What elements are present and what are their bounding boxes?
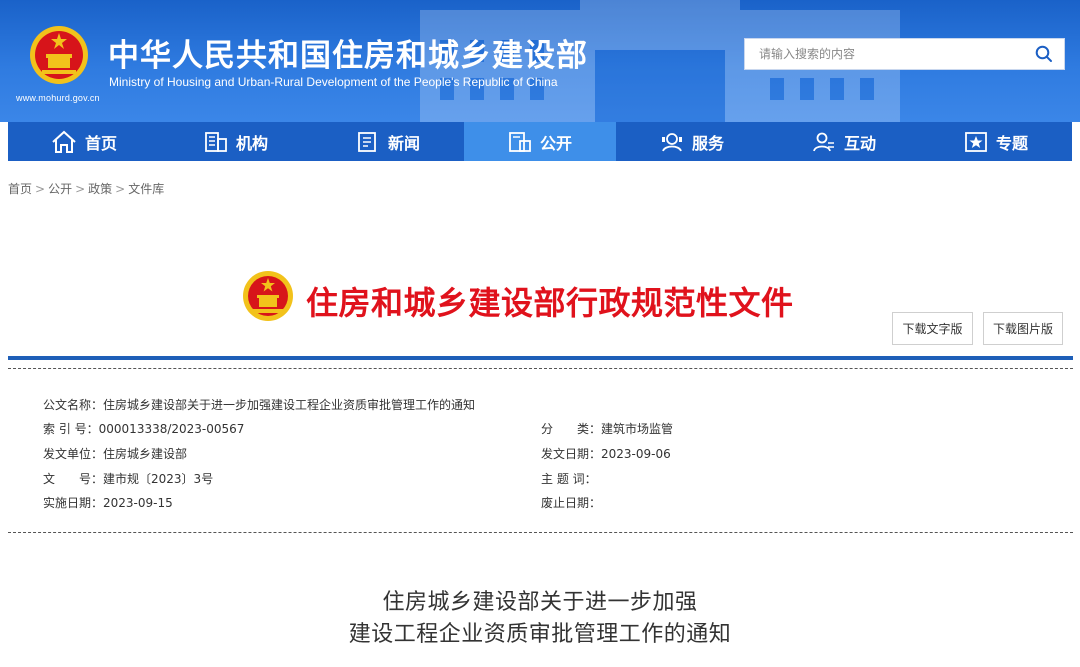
nav-item-organization[interactable]: 机构 [160, 122, 312, 161]
nav-item-news[interactable]: 新闻 [312, 122, 464, 161]
search-button[interactable] [1024, 39, 1064, 69]
nav-item-topic[interactable]: 专题 [920, 122, 1072, 161]
national-emblem-icon [28, 24, 90, 86]
meta-label: 主 题 词： [541, 470, 597, 487]
meta-value: 2023-09-15 [103, 496, 173, 510]
meta-issue-date: 发文日期：2023-09-06 [541, 445, 671, 462]
download-text-button[interactable]: 下载文字版 [892, 312, 973, 345]
meta-label: 文 号： [43, 470, 103, 487]
topic-icon [964, 131, 988, 153]
main-nav: 首页 机构 新闻 公开 [8, 122, 1072, 161]
search-input[interactable] [745, 39, 1024, 69]
meta-value: 住房城乡建设部关于进一步加强建设工程企业资质审批管理工作的通知 [103, 398, 475, 412]
breadcrumb-home[interactable]: 首页 [8, 182, 32, 196]
breadcrumb-file-library[interactable]: 文件库 [128, 182, 164, 196]
breadcrumb-separator: > [75, 182, 85, 196]
document-title-line-2: 建设工程企业资质审批管理工作的通知 [0, 616, 1080, 648]
meta-label: 废止日期： [541, 494, 601, 511]
meta-value: 住房城乡建设部 [103, 447, 187, 461]
site-header: www.mohurd.gov.cn 中华人民共和国住房和城乡建设部 Minist… [0, 0, 1080, 122]
breadcrumb-separator: > [35, 182, 45, 196]
disclosure-icon [508, 131, 532, 153]
document-title-line-1: 住房城乡建设部关于进一步加强 [0, 584, 1080, 616]
meta-effective-date: 实施日期：2023-09-15 [43, 494, 173, 511]
divider [8, 532, 1073, 533]
news-icon [356, 131, 380, 153]
document-emblem-icon [242, 270, 294, 322]
document-category-heading: 住房和城乡建设部行政规范性文件 [306, 278, 794, 324]
nav-item-interact[interactable]: 互动 [768, 122, 920, 161]
meta-subject-keywords: 主 题 词： [541, 470, 597, 487]
meta-expire-date: 废止日期： [541, 494, 601, 511]
breadcrumb-separator: > [115, 182, 125, 196]
breadcrumb-policy[interactable]: 政策 [88, 182, 112, 196]
meta-label: 实施日期： [43, 494, 103, 511]
meta-issuer: 发文单位：住房城乡建设部 [43, 445, 187, 462]
site-title-english: Ministry of Housing and Urban-Rural Deve… [109, 75, 558, 89]
meta-index-number: 索 引 号：000013338/2023-00567 [43, 420, 244, 437]
meta-value: 建市规〔2023〕3号 [103, 472, 213, 486]
meta-value: 建筑市场监管 [601, 422, 673, 436]
search-icon [1035, 45, 1053, 63]
nav-item-label: 新闻 [388, 130, 420, 154]
download-image-button[interactable]: 下载图片版 [983, 312, 1063, 345]
building-icon [204, 131, 228, 153]
breadcrumb-disclosure[interactable]: 公开 [48, 182, 72, 196]
nav-item-disclosure[interactable]: 公开 [464, 122, 616, 161]
search-box [744, 38, 1065, 70]
nav-item-home[interactable]: 首页 [8, 122, 160, 161]
site-url: www.mohurd.gov.cn [16, 93, 100, 103]
nav-item-label: 首页 [85, 130, 117, 154]
divider [8, 368, 1073, 369]
site-title: 中华人民共和国住房和城乡建设部 [108, 30, 588, 75]
interact-icon [812, 131, 836, 153]
meta-category: 分 类：建筑市场监管 [541, 420, 673, 437]
breadcrumb: 首页>公开>政策>文件库 [8, 180, 164, 197]
service-icon [660, 131, 684, 153]
nav-item-label: 服务 [692, 130, 724, 154]
meta-document-number: 文 号：建市规〔2023〕3号 [43, 470, 213, 487]
meta-label: 公文名称： [43, 396, 103, 413]
nav-item-label: 互动 [844, 130, 876, 154]
meta-value: 000013338/2023-00567 [99, 422, 245, 436]
home-icon [51, 130, 77, 154]
meta-label: 索 引 号： [43, 420, 99, 437]
divider [8, 356, 1073, 360]
meta-label: 发文单位： [43, 445, 103, 462]
nav-item-service[interactable]: 服务 [616, 122, 768, 161]
nav-item-label: 专题 [996, 130, 1028, 154]
meta-label: 发文日期： [541, 445, 601, 462]
nav-item-label: 公开 [540, 130, 572, 154]
nav-item-label: 机构 [236, 130, 268, 154]
meta-label: 分 类： [541, 420, 601, 437]
meta-document-name: 公文名称：住房城乡建设部关于进一步加强建设工程企业资质审批管理工作的通知 [43, 396, 475, 413]
meta-value: 2023-09-06 [601, 447, 671, 461]
